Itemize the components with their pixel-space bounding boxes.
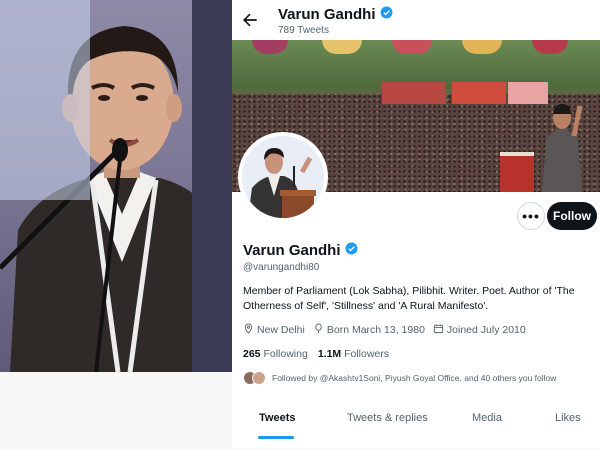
background-screen — [0, 0, 90, 200]
followers-label: Followers — [344, 348, 390, 360]
location-text: New Delhi — [257, 324, 305, 336]
header-name: Varun Gandhi — [278, 6, 376, 23]
balloon-icon — [313, 323, 324, 337]
profile-display-name: Varun Gandhi — [243, 242, 341, 259]
followers-count: 1.1M — [317, 348, 342, 360]
more-options-button[interactable]: ••• — [517, 202, 545, 230]
verified-badge-icon — [345, 242, 358, 259]
tab-tweets-replies[interactable]: Tweets & replies — [347, 412, 428, 424]
following-link[interactable]: 265 Following — [243, 348, 308, 360]
location-item: New Delhi — [243, 323, 305, 337]
profile-topbar: Varun Gandhi 789 Tweets — [232, 0, 600, 40]
banner-garland — [462, 40, 502, 54]
banner-podium — [500, 152, 534, 192]
banner-garland — [322, 40, 362, 54]
profile-name: Varun Gandhi — [243, 242, 358, 259]
tab-tweets[interactable]: Tweets — [259, 412, 295, 424]
profile-tabs: Tweets Tweets & replies Media Likes — [232, 400, 600, 450]
speaker-photo-stage — [0, 0, 232, 372]
profile-handle: @varungandhi80 — [243, 262, 320, 273]
photo-bottom-area — [0, 372, 232, 450]
follow-counts: 265 Following 1.1M Followers — [243, 348, 389, 360]
location-pin-icon — [243, 323, 254, 337]
verified-badge-icon — [380, 6, 393, 23]
twitter-profile: Varun Gandhi 789 Tweets ••• Follow Varun… — [232, 0, 600, 450]
tab-likes[interactable]: Likes — [555, 412, 581, 424]
profile-bio: Member of Parliament (Lok Sabha), Pilibh… — [243, 285, 575, 312]
banner-speaker — [542, 104, 583, 192]
birthday-text: Born March 13, 1980 — [326, 324, 425, 336]
following-count: 265 — [243, 348, 261, 360]
banner-garland — [532, 40, 568, 54]
banner-billboard — [452, 82, 506, 104]
profile-meta: New Delhi Born March 13, 1980 Joined Jul… — [243, 323, 526, 337]
speaker-photo — [0, 0, 232, 450]
followed-by-text: Followed by @Akashtv1Soni, Piyush Goyal … — [272, 373, 557, 383]
banner-billboard — [382, 82, 446, 104]
more-options-icon: ••• — [522, 208, 540, 224]
followed-by[interactable]: Followed by @Akashtv1Soni, Piyush Goyal … — [243, 371, 556, 385]
banner-garland — [392, 40, 432, 54]
tweet-count: 789 Tweets — [278, 25, 329, 36]
profile-avatar[interactable] — [238, 132, 328, 222]
follow-button[interactable]: Follow — [547, 202, 597, 230]
followers-link[interactable]: 1.1M Followers — [318, 348, 389, 360]
calendar-icon — [433, 323, 444, 337]
joined-item: Joined July 2010 — [433, 323, 526, 337]
following-label: Following — [263, 348, 308, 360]
mutual-avatars — [243, 371, 266, 385]
mutual-avatar — [252, 371, 266, 385]
birthday-item: Born March 13, 1980 — [313, 323, 425, 337]
arrow-left-icon[interactable] — [240, 10, 260, 30]
header-title: Varun Gandhi — [278, 6, 393, 23]
tab-media[interactable]: Media — [472, 412, 502, 424]
active-tab-indicator — [258, 436, 294, 439]
joined-text: Joined July 2010 — [446, 324, 526, 336]
background-panel — [192, 0, 232, 372]
banner-garland — [252, 40, 288, 54]
